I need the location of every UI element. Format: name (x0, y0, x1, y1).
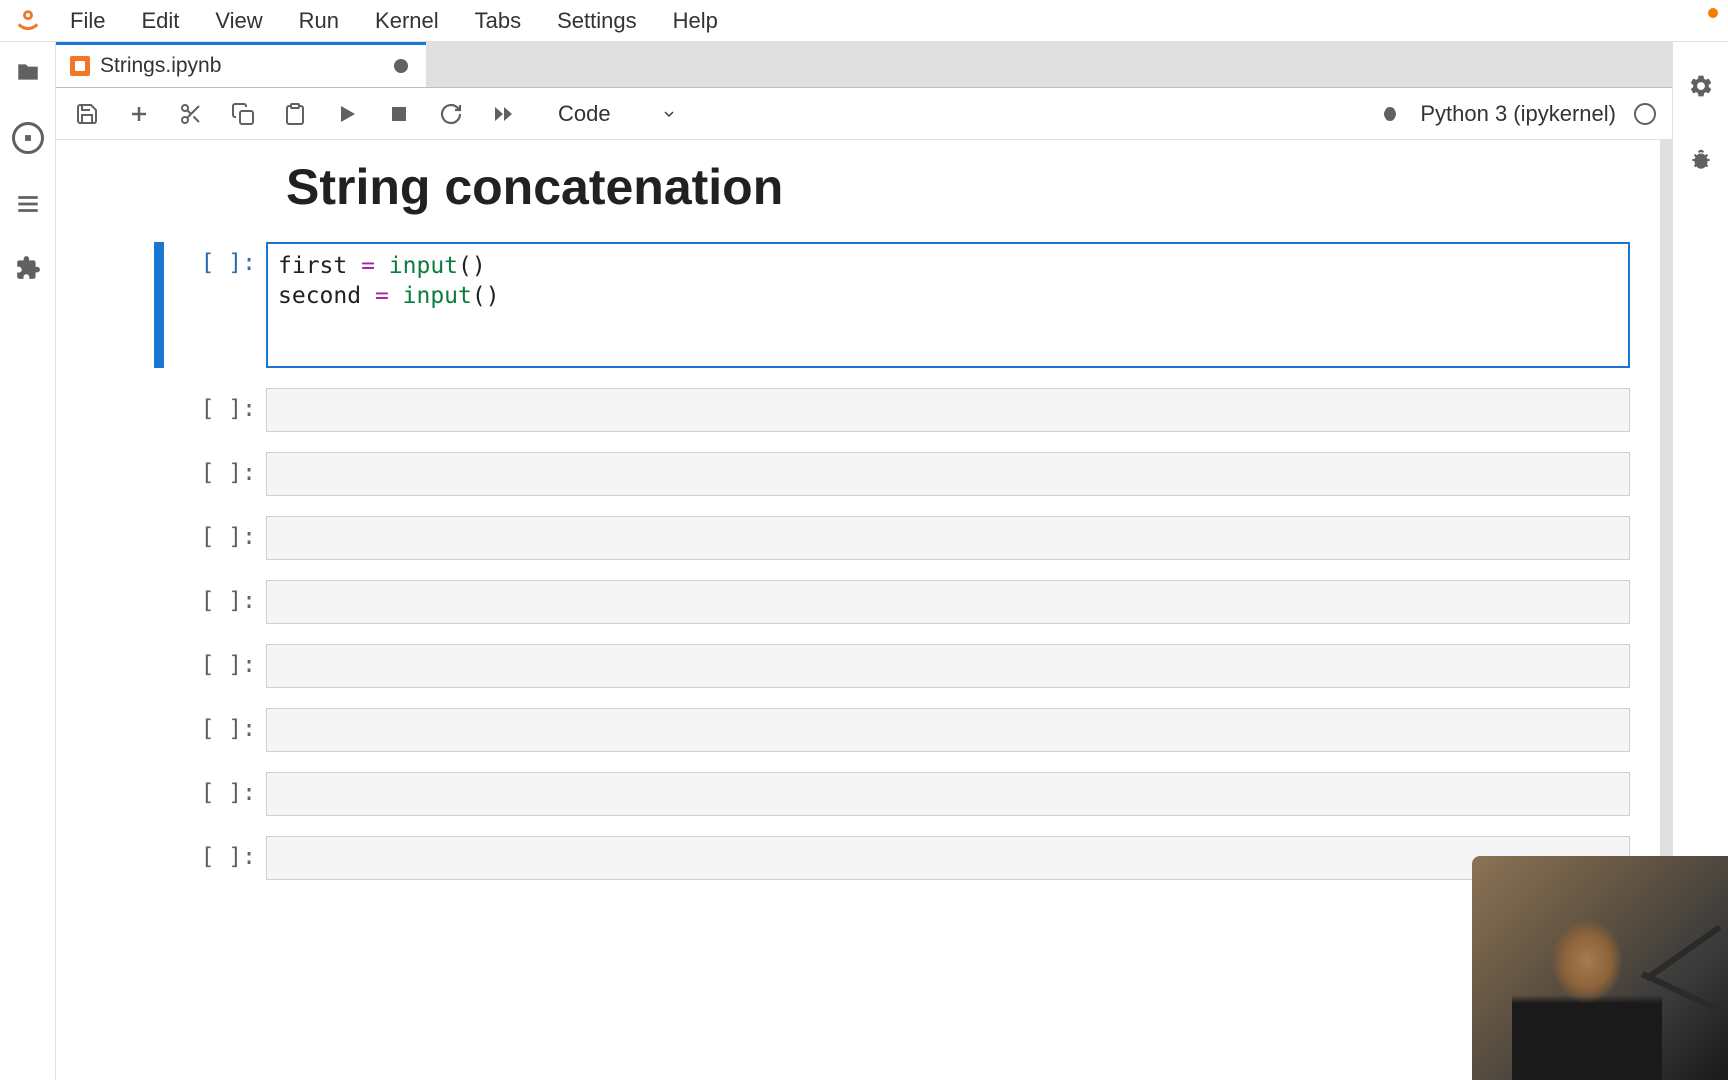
save-button[interactable] (72, 99, 102, 129)
code-cell[interactable]: [ ]: (56, 836, 1660, 900)
code-input[interactable] (266, 516, 1630, 560)
code-input[interactable]: first = input()second = input() (266, 242, 1630, 368)
code-cell[interactable]: [ ]: (56, 772, 1660, 836)
code-cell[interactable]: [ ]: (56, 388, 1660, 452)
menu-tabs[interactable]: Tabs (457, 2, 539, 40)
webcam-overlay (1472, 856, 1728, 1080)
code-cell[interactable]: [ ]: (56, 516, 1660, 580)
kernel-name[interactable]: Python 3 (ipykernel) (1420, 101, 1616, 127)
paste-button[interactable] (280, 99, 310, 129)
main-layout: Strings.ipynb (0, 42, 1728, 1080)
code-input[interactable] (266, 452, 1630, 496)
cell-prompt: [ ]: (154, 772, 266, 816)
debugger-panel-icon[interactable] (1687, 146, 1715, 174)
add-cell-button[interactable] (124, 99, 154, 129)
tab-title: Strings.ipynb (100, 54, 221, 78)
microphone-arm (1638, 920, 1728, 1050)
run-button[interactable] (332, 99, 362, 129)
folder-icon[interactable] (14, 58, 42, 86)
code-input[interactable] (266, 580, 1630, 624)
restart-button[interactable] (436, 99, 466, 129)
content-area: Strings.ipynb (56, 42, 1672, 1080)
unsaved-indicator-icon (394, 59, 408, 73)
cell-prompt: [ ]: (154, 516, 266, 560)
left-sidebar (0, 42, 56, 1080)
code-cell-active[interactable]: [ ]: first = input()second = input() (56, 242, 1660, 388)
markdown-cell[interactable]: String concatenation (56, 158, 1660, 242)
cell-prompt: [ ]: (154, 452, 266, 496)
jupyter-logo[interactable] (4, 7, 52, 35)
code-input[interactable] (266, 644, 1630, 688)
code-cell[interactable]: [ ]: (56, 708, 1660, 772)
cell-prompt: [ ]: (154, 388, 266, 432)
menu-help[interactable]: Help (655, 2, 736, 40)
notebook-icon (70, 56, 90, 76)
stop-button[interactable] (384, 99, 414, 129)
tab-notebook[interactable]: Strings.ipynb (56, 42, 426, 87)
cell-prompt: [ ]: (154, 644, 266, 688)
code-input[interactable] (266, 836, 1630, 880)
notebook-body[interactable]: String concatenation [ ]: first = input(… (56, 140, 1672, 1080)
cell-type-label: Code (558, 101, 611, 127)
code-input[interactable] (266, 772, 1630, 816)
toolbar-right: Python 3 (ipykernel) (1378, 101, 1656, 127)
cell-prompt: [ ]: (154, 708, 266, 752)
cell-prompt: [ ]: (154, 836, 266, 880)
menu-items-container: File Edit View Run Kernel Tabs Settings … (52, 2, 736, 40)
debugger-icon[interactable] (1378, 102, 1402, 126)
cell-prompt: [ ]: (154, 242, 266, 368)
menu-view[interactable]: View (197, 2, 280, 40)
cut-button[interactable] (176, 99, 206, 129)
menu-file[interactable]: File (52, 2, 123, 40)
copy-button[interactable] (228, 99, 258, 129)
code-input[interactable] (266, 708, 1630, 752)
property-inspector-icon[interactable] (1687, 72, 1715, 100)
menu-edit[interactable]: Edit (123, 2, 197, 40)
restart-run-all-button[interactable] (488, 99, 518, 129)
cell-prompt: [ ]: (154, 580, 266, 624)
status-dot (1708, 8, 1718, 18)
markdown-heading: String concatenation (286, 158, 1630, 216)
running-icon[interactable] (12, 122, 44, 154)
kernel-status-icon[interactable] (1634, 103, 1656, 125)
top-menubar: File Edit View Run Kernel Tabs Settings … (0, 0, 1728, 42)
tab-bar: Strings.ipynb (56, 42, 1672, 88)
notebook-toolbar: Code Python 3 (ipykernel) (56, 88, 1672, 140)
toc-icon[interactable] (14, 190, 42, 218)
active-cell-marker (154, 242, 164, 368)
code-cell[interactable]: [ ]: (56, 644, 1660, 708)
menu-kernel[interactable]: Kernel (357, 2, 457, 40)
extensions-icon[interactable] (14, 254, 42, 282)
menu-run[interactable]: Run (281, 2, 357, 40)
chevron-down-icon (661, 106, 677, 122)
code-cell[interactable]: [ ]: (56, 580, 1660, 644)
cell-type-dropdown[interactable]: Code (550, 97, 685, 131)
code-cell[interactable]: [ ]: (56, 452, 1660, 516)
code-input[interactable] (266, 388, 1630, 432)
menu-settings[interactable]: Settings (539, 2, 655, 40)
